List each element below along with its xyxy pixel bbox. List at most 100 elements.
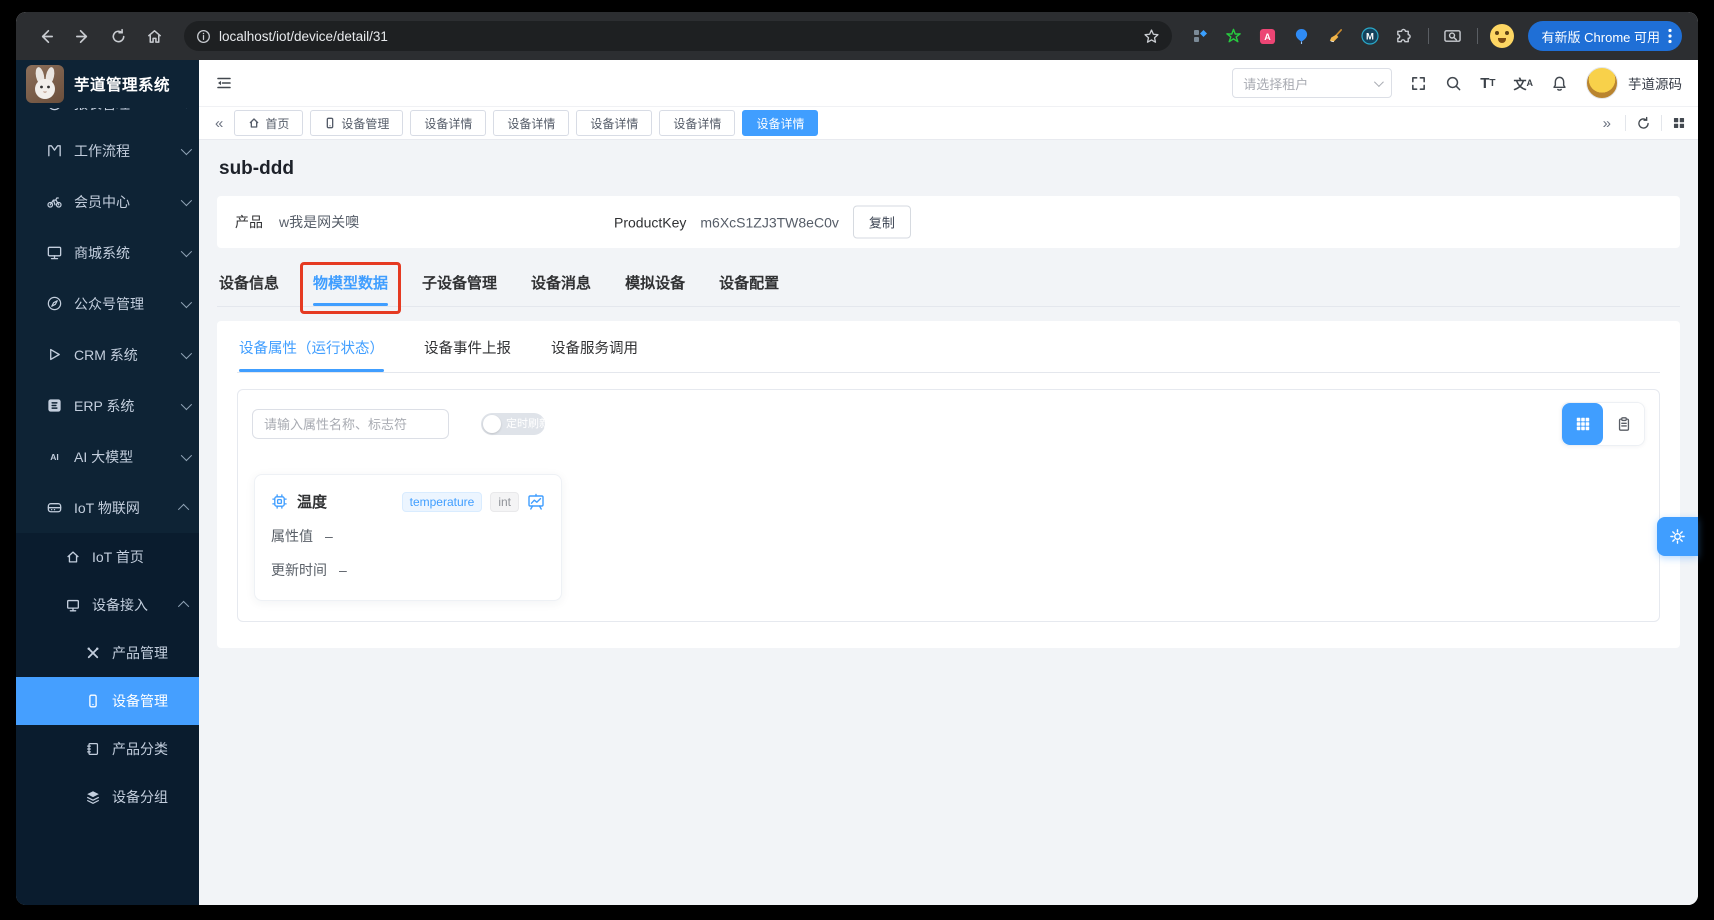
- notebook-icon: [84, 741, 101, 757]
- tab-device-property[interactable]: 设备属性（运行状态）: [239, 337, 384, 372]
- home-icon[interactable]: [140, 22, 168, 50]
- font-size-icon[interactable]: TT: [1480, 75, 1495, 92]
- page-tab-device-detail[interactable]: 设备详情: [659, 110, 736, 136]
- sidebar-item-label: 公众号管理: [74, 295, 144, 312]
- app-logo-row[interactable]: 芋道管理系统: [16, 60, 199, 108]
- sidebar-item-product-category[interactable]: 产品分类: [16, 725, 199, 773]
- sidebar-item-erp[interactable]: ERP 系统: [16, 380, 199, 431]
- tab-label: 设备事件上报: [424, 341, 511, 357]
- kebab-menu-icon[interactable]: [1668, 28, 1672, 44]
- app-topbar: 请选择租户 TT 文A 芋道源码: [199, 60, 1698, 106]
- sidebar-item-workflow[interactable]: 工作流程: [16, 125, 199, 176]
- site-info-icon[interactable]: [196, 29, 211, 44]
- tab-thing-model-data[interactable]: 物模型数据: [300, 262, 402, 314]
- sidebar-item-device-management[interactable]: 设备管理: [16, 677, 199, 725]
- tab-label: 设备属性（运行状态）: [239, 341, 384, 357]
- sidebar-item-device-access[interactable]: 设备接入: [16, 581, 199, 629]
- sidebar-item-product-management[interactable]: 产品管理: [16, 629, 199, 677]
- sidebar-item-iot-home[interactable]: IoT 首页: [16, 533, 199, 581]
- page-tab-label: 设备详情: [424, 116, 473, 131]
- tabs-scroll-right[interactable]: »: [1599, 115, 1615, 132]
- bell-icon[interactable]: [1551, 75, 1568, 92]
- extension-translate-icon[interactable]: A: [1256, 24, 1280, 48]
- page-tab-device-management[interactable]: 设备管理: [310, 110, 404, 136]
- update-time-value: –: [339, 562, 347, 578]
- address-bar[interactable]: localhost/iot/device/detail/31: [184, 21, 1172, 51]
- page-tabs-bar: « 首页 设备管理 设备详情 设备详情 设备详情 设备详情 设备详情 »: [199, 106, 1698, 140]
- extension-green-star-icon[interactable]: [1222, 24, 1246, 48]
- smartphone-icon: [327, 117, 334, 129]
- property-card-temperature[interactable]: 温度 temperature int 属性值 – 更新时间 –: [254, 474, 562, 601]
- tabs-scroll-left[interactable]: «: [211, 115, 227, 132]
- extension-balloon-icon[interactable]: [1290, 24, 1314, 48]
- tenant-select[interactable]: 请选择租户: [1232, 68, 1393, 98]
- page-tab-device-detail[interactable]: 设备详情: [493, 110, 570, 136]
- extensions-puzzle-icon[interactable]: [1392, 24, 1416, 48]
- user-avatar[interactable]: [1586, 67, 1618, 99]
- back-icon[interactable]: [32, 22, 60, 50]
- page-tab-device-detail[interactable]: 设备详情: [410, 110, 487, 136]
- product-key-label: ProductKey: [614, 214, 687, 230]
- list-view-button[interactable]: [1603, 403, 1644, 445]
- refresh-icon[interactable]: [1636, 116, 1651, 131]
- property-search-input[interactable]: [252, 409, 449, 439]
- profile-avatar-icon[interactable]: [1489, 24, 1514, 48]
- sidebar-item-official-account[interactable]: 公众号管理: [16, 278, 199, 329]
- workflow-icon: [46, 142, 63, 159]
- tab-device-event[interactable]: 设备事件上报: [424, 337, 511, 358]
- sidebar-item-iot[interactable]: IoT 物联网: [16, 482, 199, 533]
- bookmark-star-icon[interactable]: [1143, 28, 1160, 45]
- copy-button[interactable]: 复制: [852, 205, 911, 239]
- extension-broom-icon[interactable]: [1324, 24, 1348, 48]
- page-tab-device-detail-active[interactable]: 设备详情: [742, 110, 819, 136]
- chevron-up-icon: [177, 503, 190, 515]
- tab-label: 设备信息: [219, 275, 280, 292]
- pie-chart-icon: [46, 108, 63, 112]
- translate-icon[interactable]: 文A: [1513, 74, 1533, 93]
- tab-simulate-device[interactable]: 模拟设备: [625, 272, 685, 293]
- chrome-update-chip[interactable]: 有新版 Chrome 可用: [1527, 21, 1682, 51]
- grid-view-button[interactable]: [1562, 403, 1603, 445]
- identifier-tag: temperature: [401, 491, 483, 512]
- active-tab-underline: [313, 303, 389, 306]
- grid-icon: [1576, 417, 1589, 431]
- sidebar-item-crm[interactable]: CRM 系统: [16, 329, 199, 380]
- reload-icon[interactable]: [104, 22, 132, 50]
- page-tab-device-detail[interactable]: 设备详情: [576, 110, 653, 136]
- property-value: –: [325, 528, 333, 544]
- sidebar-item-label: ERP 系统: [74, 397, 135, 414]
- chevron-down-icon: [180, 296, 193, 308]
- chevron-down-icon: [180, 398, 193, 410]
- theme-settings-button[interactable]: [1657, 517, 1698, 556]
- thing-model-card: 设备属性（运行状态） 设备事件上报 设备服务调用 定时刷新: [217, 321, 1680, 648]
- fullscreen-icon[interactable]: [1410, 75, 1427, 92]
- desktop-icon: [64, 597, 81, 613]
- page-tab-home[interactable]: 首页: [234, 110, 304, 136]
- auto-refresh-switch[interactable]: 定时刷新: [481, 413, 550, 435]
- page-title: sub-ddd: [219, 158, 294, 179]
- product-field: 产品 w我是网关噢: [235, 212, 359, 232]
- gear-icon: [1670, 529, 1685, 544]
- page-tab-label: 设备详情: [590, 116, 639, 131]
- forward-icon[interactable]: [68, 22, 96, 50]
- tab-device-info[interactable]: 设备信息: [219, 272, 279, 293]
- search-icon[interactable]: [1445, 75, 1462, 92]
- sidebar-item-mall[interactable]: 商城系统: [16, 227, 199, 278]
- chart-history-icon[interactable]: [527, 493, 545, 511]
- sidebar-item-label: IoT 物联网: [74, 499, 140, 516]
- sidebar-item-report[interactable]: 报表管理: [16, 108, 199, 125]
- sidebar-item-device-group[interactable]: 设备分组: [16, 773, 199, 821]
- screen-search-icon[interactable]: [1441, 24, 1465, 48]
- sidebar-item-member[interactable]: 会员中心: [16, 176, 199, 227]
- url-text[interactable]: localhost/iot/device/detail/31: [219, 29, 1143, 44]
- clipboard-icon: [1618, 417, 1629, 431]
- collapse-menu-icon[interactable]: [215, 74, 233, 92]
- extension-m-badge-icon[interactable]: M: [1358, 24, 1382, 48]
- tab-device-message[interactable]: 设备消息: [531, 272, 591, 293]
- layout-grid-icon[interactable]: [1672, 116, 1686, 130]
- tab-device-config[interactable]: 设备配置: [719, 272, 779, 293]
- tab-sub-device[interactable]: 子设备管理: [422, 272, 497, 293]
- sidebar-item-ai[interactable]: AI AI 大模型: [16, 431, 199, 482]
- tab-device-service[interactable]: 设备服务调用: [551, 337, 638, 358]
- extension-metabase-icon[interactable]: [1188, 24, 1212, 48]
